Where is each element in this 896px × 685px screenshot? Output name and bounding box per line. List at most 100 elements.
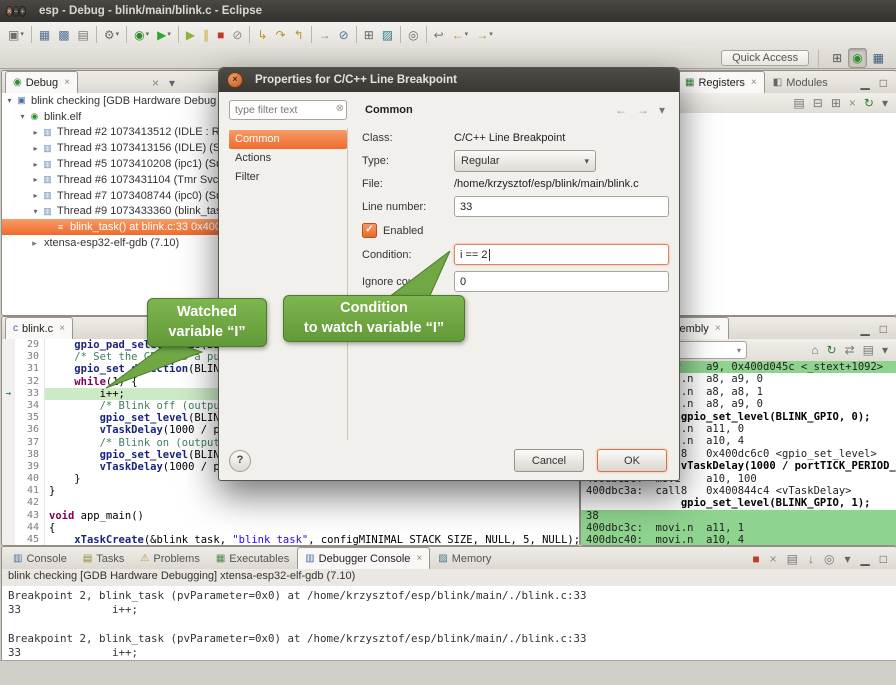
expander-icon[interactable]: ▾ [17, 112, 28, 121]
suspend-icon[interactable]: ∥ [199, 25, 213, 45]
debug-icon[interactable]: ◉▾ [130, 25, 153, 45]
expander-icon[interactable]: ▸ [30, 144, 41, 153]
expand-all-icon[interactable]: ⊞ [827, 93, 845, 113]
step-over-icon[interactable]: ↷ [272, 25, 290, 45]
maximize-view-icon[interactable]: □ [876, 73, 891, 93]
toolbar-separator [818, 50, 819, 67]
last-edit-location-icon[interactable]: ↩ [430, 25, 448, 45]
filter-input[interactable] [229, 100, 347, 120]
help-button[interactable]: ? [229, 450, 251, 472]
layout-icon[interactable]: ▤ [789, 93, 808, 113]
clear-console-icon[interactable]: ▤ [783, 549, 802, 569]
minimize-view-icon[interactable]: ▁ [857, 319, 874, 339]
tab-debugger-console[interactable]: ▥Debugger Console× [297, 547, 430, 569]
expander-icon[interactable]: ▸ [30, 128, 41, 137]
close-tab-icon[interactable]: × [59, 323, 65, 334]
console-panel: ▥Console▤Tasks⚠Problems▦Executables▥Debu… [1, 546, 896, 662]
type-dropdown[interactable]: Regular [454, 150, 596, 172]
step-return-icon[interactable]: ↰ [290, 25, 308, 45]
save-icon[interactable]: ▦ [35, 25, 54, 45]
home-icon[interactable]: ⌂ [807, 340, 822, 360]
refresh-icon[interactable]: ↻ [860, 93, 878, 113]
scroll-lock-icon[interactable]: ↓ [804, 549, 818, 569]
memory-icon[interactable]: ▨ [378, 25, 397, 45]
maximize-view-icon[interactable]: □ [876, 549, 891, 569]
forward-icon[interactable]: → [633, 100, 653, 120]
tab-blink-c[interactable]: cblink.c× [5, 317, 73, 339]
remove-launch-icon[interactable]: × [766, 549, 781, 569]
line-number: 32 [15, 376, 45, 388]
dialog-nav-actions[interactable]: Actions [229, 149, 347, 168]
close-tab-icon[interactable]: × [715, 323, 721, 334]
line-number: 29 [15, 339, 45, 351]
back-icon[interactable]: ← [611, 100, 631, 120]
view-menu-icon[interactable]: ▾ [878, 340, 892, 360]
new-console-icon[interactable]: ⊞ [360, 25, 378, 45]
gutter [2, 485, 15, 497]
condition-input[interactable]: i == 2 [454, 244, 669, 265]
forward-icon[interactable]: →▾ [472, 25, 497, 45]
print-icon[interactable]: ▤ [74, 25, 93, 45]
cpp-perspective-icon[interactable]: ▦ [869, 48, 888, 68]
show-source-icon[interactable]: ▤ [859, 340, 878, 360]
resume-icon[interactable]: ▶ [182, 25, 199, 45]
terminate-icon[interactable]: ■ [748, 549, 763, 569]
field-enabled: Enabled [362, 223, 669, 238]
display-console-icon[interactable]: ▾ [840, 549, 854, 569]
close-window-icon[interactable]: × [6, 6, 13, 17]
line-number-input[interactable]: 33 [454, 196, 669, 217]
close-tab-icon[interactable]: × [751, 77, 757, 88]
expander-icon[interactable]: ▸ [30, 191, 41, 200]
view-menu-icon[interactable]: ▾ [878, 93, 892, 113]
close-tab-icon[interactable]: × [416, 553, 422, 564]
tab-debug[interactable]: ◉Debug× [5, 71, 78, 93]
minimize-view-icon[interactable]: ▁ [857, 73, 874, 93]
pin-console-icon[interactable]: ◎ [820, 549, 838, 569]
dialog-nav-common[interactable]: Common [229, 130, 347, 149]
tab-memory[interactable]: ▨Memory [430, 547, 499, 569]
back-icon[interactable]: ←▾ [448, 25, 473, 45]
view-menu-icon[interactable]: ▾ [655, 100, 669, 120]
console-output[interactable]: Breakpoint 2, blink_task (pvParameter=0x… [2, 586, 896, 661]
ignore-count-input[interactable]: 0 [454, 271, 669, 292]
remove-all-terminated-icon[interactable]: × [148, 73, 163, 93]
quick-access-button[interactable]: Quick Access [721, 50, 809, 66]
dialog-close-icon[interactable]: × [227, 72, 243, 88]
remove-icon[interactable]: × [845, 93, 860, 113]
tab-problems[interactable]: ⚠Problems [132, 547, 207, 569]
build-icon[interactable]: ⚙▾ [100, 25, 123, 45]
save-all-icon[interactable]: ▩ [54, 25, 73, 45]
view-menu-icon[interactable]: ▾ [165, 73, 179, 93]
disconnect-icon[interactable]: ⊘ [228, 25, 246, 45]
run-icon[interactable]: ▶▾ [153, 25, 175, 45]
close-tab-icon[interactable]: × [64, 77, 70, 88]
new-wizard-icon[interactable]: ▣▾ [4, 25, 28, 45]
tab-console[interactable]: ▥Console [5, 547, 75, 569]
expander-icon[interactable]: ▾ [4, 96, 15, 105]
tab-modules[interactable]: ◧Modules [765, 71, 836, 93]
maximize-window-icon[interactable]: + [19, 6, 26, 17]
tab-registers[interactable]: ▦Registers× [677, 71, 765, 93]
terminate-icon[interactable]: ■ [213, 25, 228, 45]
sync-icon[interactable]: ⇄ [841, 340, 859, 360]
step-into-icon[interactable]: ↳ [253, 25, 271, 45]
expander-icon[interactable]: ▾ [30, 207, 41, 216]
cancel-button[interactable]: Cancel [514, 449, 584, 472]
enabled-checkbox[interactable] [362, 223, 377, 238]
open-perspective-icon[interactable]: ⊞ [828, 48, 846, 68]
search-icon[interactable]: ◎ [404, 25, 422, 45]
skip-breakpoints-icon[interactable]: ⊘ [335, 25, 353, 45]
maximize-view-icon[interactable]: □ [876, 319, 891, 339]
expander-icon[interactable]: ▸ [30, 160, 41, 169]
minimize-view-icon[interactable]: ▁ [857, 549, 874, 569]
ok-button[interactable]: OK [597, 449, 667, 472]
refresh-icon[interactable]: ↻ [823, 340, 841, 360]
collapse-all-icon[interactable]: ⊟ [809, 93, 827, 113]
tab-tasks[interactable]: ▤Tasks [75, 547, 133, 569]
debug-perspective-icon[interactable]: ◉ [848, 48, 866, 68]
instruction-stepping-icon[interactable]: → [315, 25, 335, 45]
tab-executables[interactable]: ▦Executables [208, 547, 297, 569]
expander-icon[interactable]: ▸ [30, 175, 41, 184]
dialog-nav-filter[interactable]: Filter [229, 168, 347, 187]
clear-filter-icon[interactable]: ⊗ [336, 103, 344, 114]
